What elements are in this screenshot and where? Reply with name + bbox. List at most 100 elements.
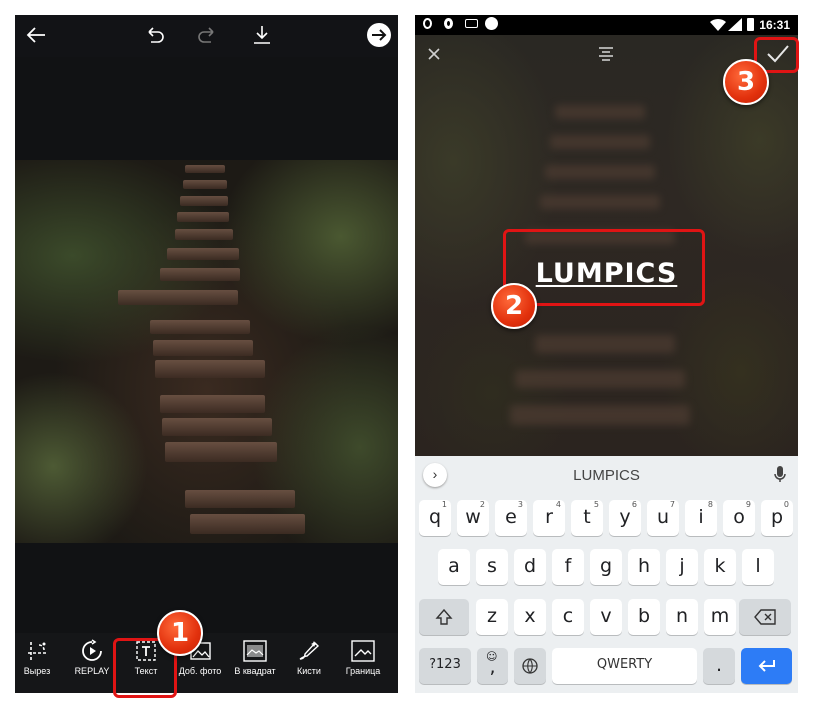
- step-badge-1: 1: [157, 610, 203, 656]
- key-a[interactable]: a: [438, 549, 470, 585]
- step-badge-3: 3: [723, 59, 769, 105]
- key-t[interactable]: 5t: [571, 500, 603, 536]
- tool-replay[interactable]: REPLAY: [67, 639, 117, 676]
- key-p[interactable]: 0p: [761, 500, 793, 536]
- key-z[interactable]: z: [476, 599, 508, 635]
- border-icon: [351, 640, 375, 662]
- status-bar: 16:31: [415, 15, 798, 35]
- key-f[interactable]: f: [552, 549, 584, 585]
- key-h[interactable]: h: [628, 549, 660, 585]
- key-hint: 8: [707, 500, 713, 509]
- key-j[interactable]: j: [666, 549, 698, 585]
- key-label: p: [770, 506, 784, 528]
- key-d[interactable]: d: [514, 549, 546, 585]
- tool-label: Кисти: [297, 666, 321, 676]
- shift-icon: [435, 608, 453, 625]
- key-i[interactable]: 8i: [685, 500, 717, 536]
- key-m[interactable]: m: [704, 599, 736, 635]
- backspace-key[interactable]: [739, 599, 791, 635]
- key-k[interactable]: k: [704, 549, 736, 585]
- tool-label: Вырез: [23, 666, 51, 676]
- shazam-icon: [485, 17, 498, 30]
- globe-icon: [522, 658, 538, 674]
- tool-label: REPLAY: [74, 666, 110, 676]
- key-c[interactable]: c: [552, 599, 584, 635]
- signal-icon: [728, 18, 742, 36]
- redo-icon[interactable]: [197, 24, 219, 51]
- key-hint: 6: [631, 500, 637, 509]
- key-l[interactable]: l: [742, 549, 774, 585]
- next-arrow-icon[interactable]: [366, 22, 392, 53]
- key-label: q: [428, 506, 442, 528]
- key-w[interactable]: 2w: [457, 500, 489, 536]
- comma-label: ,: [489, 656, 496, 678]
- word-suggestion[interactable]: LUMPICS: [415, 467, 798, 484]
- key-v[interactable]: v: [590, 599, 622, 635]
- tool-square-fit[interactable]: В квадрат: [230, 639, 280, 676]
- key-s[interactable]: s: [476, 549, 508, 585]
- square-fit-icon: [243, 640, 267, 662]
- undo-icon[interactable]: [143, 24, 165, 51]
- key-hint: 7: [669, 500, 675, 509]
- key-label: y: [619, 506, 631, 528]
- period-key[interactable]: .: [703, 648, 735, 684]
- tool-brushes[interactable]: Кисти: [284, 639, 334, 676]
- editor-toolbar: Вырез REPLAY Текст Доб. фото В квадрат К…: [15, 633, 398, 693]
- stairs-photo: [15, 160, 398, 543]
- download-icon[interactable]: [251, 24, 273, 51]
- tool-label: Граница: [345, 666, 381, 676]
- on-screen-keyboard: › LUMPICS 1q2w3e4r5t6y7u8i9o0p asdfghjkl…: [415, 456, 798, 693]
- key-o[interactable]: 9o: [723, 500, 755, 536]
- close-icon[interactable]: [427, 47, 441, 66]
- wifi-icon: [710, 18, 726, 36]
- key-hint: 9: [745, 500, 751, 509]
- key-hint: 0: [783, 500, 789, 509]
- key-u[interactable]: 7u: [647, 500, 679, 536]
- battery-icon: [747, 18, 754, 31]
- comma-key[interactable]: ☺ ,: [477, 648, 508, 684]
- backspace-icon: [754, 609, 776, 625]
- key-x[interactable]: x: [514, 599, 546, 635]
- key-label: e: [505, 506, 517, 528]
- key-hint: 3: [517, 500, 523, 509]
- replay-icon: [82, 639, 102, 661]
- suggestion-bar: › LUMPICS: [415, 456, 798, 493]
- brushes-icon: [299, 641, 320, 660]
- key-hint: 5: [593, 500, 599, 509]
- enter-key[interactable]: [741, 648, 792, 684]
- text-edit-screen: 16:31 LUMPICS › LUMPICS 1q2w3e4r5t6y7u8i…: [415, 15, 798, 693]
- symbols-key[interactable]: ?123: [419, 648, 471, 684]
- key-q[interactable]: 1q: [419, 500, 451, 536]
- key-label: t: [583, 506, 591, 528]
- step-badge-2: 2: [491, 283, 537, 329]
- key-b[interactable]: b: [628, 599, 660, 635]
- key-n[interactable]: n: [666, 599, 698, 635]
- key-hint: 1: [441, 500, 447, 509]
- key-label: w: [465, 506, 481, 528]
- tool-label: Доб. фото: [178, 666, 222, 676]
- cutout-icon: [28, 642, 46, 660]
- key-label: o: [733, 506, 745, 528]
- key-label: r: [545, 506, 553, 528]
- enter-icon: [758, 660, 775, 672]
- shift-key[interactable]: [419, 599, 469, 635]
- editor-top-bar: [15, 15, 398, 57]
- space-bar[interactable]: QWERTY: [552, 648, 697, 684]
- status-time: 16:31: [759, 18, 790, 32]
- key-label: u: [656, 506, 670, 528]
- key-g[interactable]: g: [590, 549, 622, 585]
- microphone-icon[interactable]: [774, 465, 786, 488]
- key-r[interactable]: 4r: [533, 500, 565, 536]
- back-arrow-icon[interactable]: [25, 24, 47, 51]
- text-align-icon[interactable]: [598, 46, 614, 67]
- opera-icon: [444, 18, 453, 29]
- key-y[interactable]: 6y: [609, 500, 641, 536]
- tool-border[interactable]: Граница: [338, 639, 388, 676]
- opera-icon: [423, 18, 432, 29]
- key-hint: 2: [479, 500, 485, 509]
- tool-label: В квадрат: [234, 666, 276, 676]
- key-e[interactable]: 3e: [495, 500, 527, 536]
- keyboard-notification-icon: [465, 19, 478, 28]
- tool-cutout[interactable]: Вырез: [15, 639, 62, 676]
- language-key[interactable]: [514, 648, 546, 684]
